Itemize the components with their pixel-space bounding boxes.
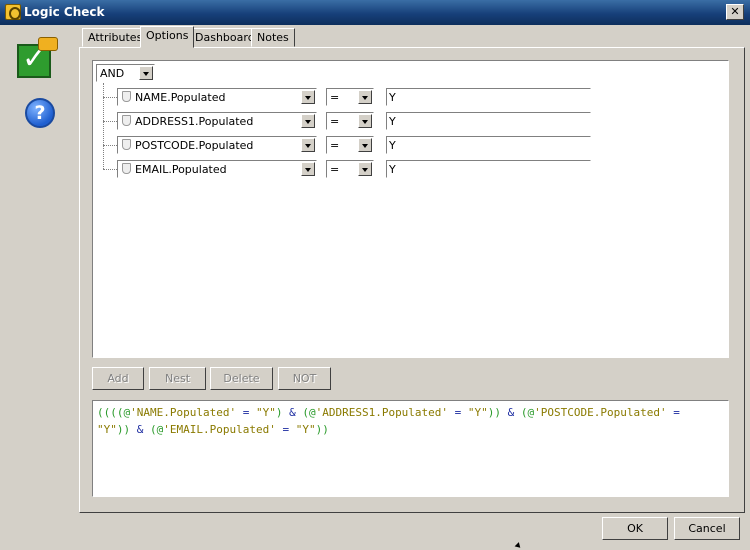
tree-connector (103, 83, 104, 169)
condition-operator-value: = (330, 91, 340, 104)
condition-operator-select[interactable]: = (326, 136, 374, 154)
tree-connector (103, 169, 117, 170)
condition-field-select[interactable]: EMAIL.Populated (117, 160, 317, 178)
field-icon (122, 115, 131, 126)
condition-value-input[interactable]: Y (386, 136, 591, 154)
tab-options[interactable]: Options (140, 26, 195, 48)
chevron-down-icon[interactable] (301, 90, 315, 104)
tab-notes[interactable]: Notes (251, 28, 295, 47)
condition-field-select[interactable]: ADDRESS1.Populated (117, 112, 317, 130)
not-button[interactable]: NOT (278, 367, 331, 390)
field-icon (122, 91, 131, 102)
chevron-down-icon[interactable] (139, 66, 153, 80)
add-button[interactable]: Add (92, 367, 144, 390)
condition-operator-select[interactable]: = (326, 88, 374, 106)
ok-button[interactable]: OK (602, 517, 668, 540)
chevron-down-icon[interactable] (358, 162, 372, 176)
chevron-down-icon[interactable] (301, 114, 315, 128)
field-icon (122, 139, 131, 150)
chevron-down-icon[interactable] (301, 138, 315, 152)
condition-operator-value: = (330, 163, 340, 176)
expression-preview[interactable]: ((((@'NAME.Populated' = "Y") & (@'ADDRES… (92, 400, 729, 497)
tree-connector (103, 145, 117, 146)
title-bar: Logic Check ✕ (0, 0, 750, 25)
condition-operator-value: = (330, 115, 340, 128)
options-tab-panel: AND NAME.Populated = Y ADDRESS1.Populate… (79, 47, 745, 513)
chevron-down-icon[interactable] (358, 138, 372, 152)
chevron-down-icon[interactable] (301, 162, 315, 176)
app-icon (5, 4, 21, 20)
condition-value-text: Y (389, 91, 396, 104)
delete-button[interactable]: Delete (210, 367, 273, 390)
condition-field-select[interactable]: POSTCODE.Populated (117, 136, 317, 154)
condition-field-value: POSTCODE.Populated (135, 139, 254, 152)
window-title: Logic Check (24, 5, 105, 19)
plug-icon (38, 37, 58, 51)
tree-connector (103, 97, 117, 98)
field-icon (122, 163, 131, 174)
nest-button[interactable]: Nest (149, 367, 206, 390)
tree-connector (103, 121, 117, 122)
tab-dashboard[interactable]: Dashboard (189, 28, 261, 47)
help-icon[interactable]: ? (25, 98, 55, 128)
condition-field-value: NAME.Populated (135, 91, 226, 104)
cancel-button[interactable]: Cancel (674, 517, 740, 540)
tab-attributes[interactable]: Attributes (82, 28, 149, 47)
condition-field-select[interactable]: NAME.Populated (117, 88, 317, 106)
close-button[interactable]: ✕ (726, 4, 744, 20)
condition-value-input[interactable]: Y (386, 112, 591, 130)
condition-tree-panel: AND NAME.Populated = Y ADDRESS1.Populate… (92, 60, 729, 358)
chevron-down-icon[interactable] (358, 90, 372, 104)
condition-value-input[interactable]: Y (386, 88, 591, 106)
condition-value-text: Y (389, 163, 396, 176)
condition-operator-value: = (330, 139, 340, 152)
condition-value-text: Y (389, 139, 396, 152)
condition-value-text: Y (389, 115, 396, 128)
condition-field-value: ADDRESS1.Populated (135, 115, 254, 128)
side-icon-panel: ✓ ? (0, 25, 78, 550)
mouse-cursor-icon (514, 542, 523, 550)
root-operator-select[interactable]: AND (96, 64, 155, 82)
condition-operator-select[interactable]: = (326, 112, 374, 130)
expression-line: ((((@'NAME.Populated' = "Y") & (@'ADDRES… (97, 406, 680, 419)
root-operator-value: AND (100, 67, 125, 80)
condition-value-input[interactable]: Y (386, 160, 591, 178)
condition-operator-select[interactable]: = (326, 160, 374, 178)
condition-field-value: EMAIL.Populated (135, 163, 227, 176)
expression-line: "Y")) & (@'EMAIL.Populated' = "Y")) (97, 423, 329, 436)
chevron-down-icon[interactable] (358, 114, 372, 128)
